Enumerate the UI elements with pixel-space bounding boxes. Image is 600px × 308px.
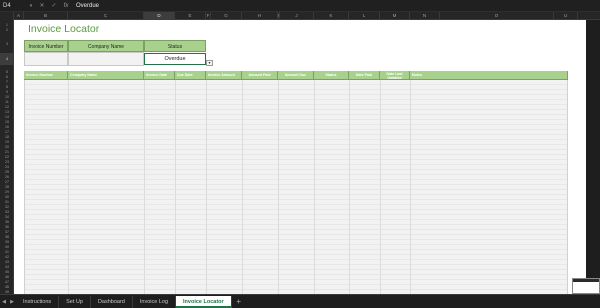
x-icon[interactable]: ✕ [36,2,48,9]
table-header-status: Status [314,71,349,80]
chevron-down-icon[interactable]: ▾ [206,60,213,66]
invoice-number-filter-input[interactable] [24,52,68,66]
table-gridline [278,80,279,294]
table-gridline [206,80,207,294]
table-header-invoice-amount: Invoice Amount [206,71,242,80]
column-header-o[interactable]: O [440,12,554,20]
spreadsheet-window: { "formula_bar": { "cell_ref": "D4", "va… [0,0,600,308]
formula-bar: D4 ▾ ✕ ✓ fx Overdue [0,0,600,12]
fx-icon[interactable]: fx [60,3,72,9]
sheet-title: Invoice Locator [28,23,100,35]
add-sheet-button[interactable]: + [232,297,246,306]
table-header-amount-due: Amount Due [278,71,314,80]
column-header-j[interactable]: J [280,12,314,20]
column-header-d[interactable]: D [144,12,175,20]
row-header-2[interactable]: 2 [0,28,13,33]
column-header-c[interactable]: C [68,12,144,20]
chevron-down-icon[interactable]: ▾ [26,3,36,9]
results-table-body[interactable] [24,80,568,294]
check-icon[interactable]: ✓ [48,2,60,9]
table-gridline [380,80,381,294]
column-header-l[interactable]: L [349,12,380,20]
table-header-date-last-updated: Date Last Updated [380,71,410,80]
row-header-bar: 1 2 3 4 5 6 7 8 9 10 11 12 13 14 15 16 17 18 19 20 21 22 23 24 2… [0,20,14,294]
column-header-a[interactable]: A [14,12,24,20]
column-header-bar: A B C D E F G H I J K L M N O U [0,12,600,20]
formula-input[interactable]: Overdue [72,3,99,9]
invoice-number-filter-label: Invoice Number [24,40,68,52]
column-header-h[interactable]: H [242,12,278,20]
table-gridline [349,80,350,294]
sheet-tab-bar: ◀ ▶ Instructions Set Up Dashboard Invoic… [0,294,600,308]
column-header-n[interactable]: N [410,12,440,20]
right-gutter [586,20,600,294]
column-header-k[interactable]: K [314,12,349,20]
table-gridline [242,80,243,294]
company-name-filter-input[interactable] [68,52,144,66]
tab-instructions[interactable]: Instructions [16,295,60,308]
tab-dashboard[interactable]: Dashboard [91,295,133,308]
table-header-invoice-date: Invoice Date [144,71,175,80]
company-name-filter-label: Company Name [68,40,144,52]
tab-invoice-log[interactable]: Invoice Log [133,295,177,308]
column-header-e[interactable]: E [175,12,206,20]
column-header-g[interactable]: G [211,12,242,20]
tab-invoice-locator[interactable]: Invoice Locator [176,295,232,308]
scroll-left-icon[interactable]: ◀ [0,299,8,305]
table-header-invoice-number: Invoice Number [24,71,68,80]
column-header-m[interactable]: M [380,12,410,20]
table-header-amount-paid: Amount Paid [242,71,278,80]
status-filter-label: Status [144,40,206,52]
table-gridline [314,80,315,294]
column-header-u[interactable]: U [554,12,578,20]
table-header-company-name: Company Name [68,71,144,80]
select-all-corner[interactable] [0,12,14,20]
row-header-4[interactable]: 4 [0,53,13,65]
row-header-3[interactable]: 3 [0,42,13,47]
name-box[interactable]: D4 [0,1,26,11]
table-gridline [410,80,411,294]
table-gridline [68,80,69,294]
table-header-due-date: Due Date [175,71,206,80]
scroll-right-icon[interactable]: ▶ [8,299,16,305]
table-gridline [144,80,145,294]
table-header-notes: Notes [410,71,568,80]
floating-window-thumbnail[interactable] [572,278,600,294]
tab-set-up[interactable]: Set Up [59,295,91,308]
table-header-date-paid: Date Paid [349,71,380,80]
worksheet-grid[interactable]: Invoice Locator Invoice Number Company N… [14,20,586,294]
table-gridline [175,80,176,294]
column-header-b[interactable]: B [24,12,68,20]
status-filter-select[interactable]: Overdue [144,53,206,65]
